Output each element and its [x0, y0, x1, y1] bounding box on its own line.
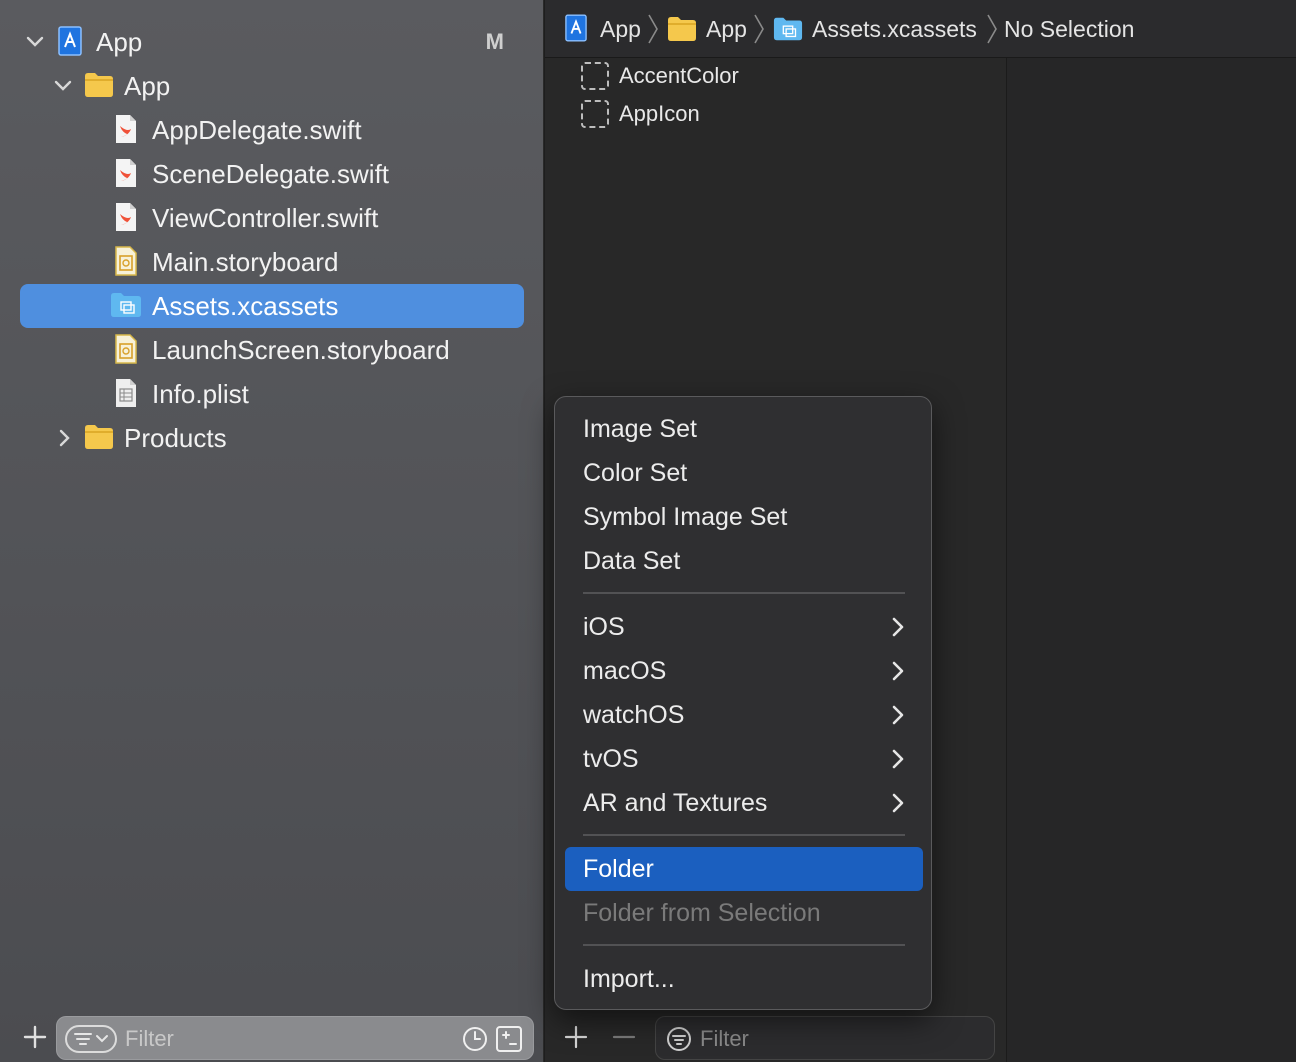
menu-item-data-set[interactable]: Data Set [565, 539, 923, 583]
project-navigator: App M App AppDelegate.swift SceneDelegat… [0, 0, 544, 1062]
menu-item-label: Folder from Selection [583, 899, 821, 927]
swift-file-icon [114, 202, 142, 234]
breadcrumb-separator-icon [985, 13, 999, 45]
swift-file-icon [114, 114, 142, 146]
breadcrumb-separator-icon [752, 13, 766, 45]
menu-item-label: watchOS [583, 701, 685, 729]
menu-item-label: Data Set [583, 547, 681, 575]
menu-item-color-set[interactable]: Color Set [565, 451, 923, 495]
menu-item-folder[interactable]: Folder [565, 847, 923, 891]
add-asset-menu: Image Set Color Set Symbol Image Set Dat… [554, 396, 932, 1010]
empty-asset-placeholder-icon [581, 62, 609, 90]
tree-row-info-plist[interactable]: Info.plist [0, 372, 544, 416]
menu-item-watchos[interactable]: watchOS [565, 693, 923, 737]
tree-row-appdelegate[interactable]: AppDelegate.swift [0, 108, 544, 152]
plist-file-icon [114, 378, 142, 410]
submenu-chevron-icon [891, 660, 905, 682]
menu-item-folder-from-selection: Folder from Selection [565, 891, 923, 935]
empty-asset-placeholder-icon [581, 100, 609, 128]
breadcrumb-separator-icon [646, 13, 660, 45]
breadcrumb-asset-catalog[interactable]: Assets.xcassets [812, 0, 977, 58]
menu-item-tvos[interactable]: tvOS [565, 737, 923, 781]
tree-row-products[interactable]: Products [0, 416, 544, 460]
menu-item-label: Color Set [583, 459, 688, 487]
scm-status-filter-icon[interactable] [495, 1025, 523, 1053]
remove-icon[interactable] [611, 1024, 637, 1050]
asset-item-accentcolor[interactable]: AccentColor [581, 58, 739, 94]
tree-label: ViewController.swift [152, 203, 379, 233]
tree-label: App [96, 27, 143, 57]
tree-row-launchscreen-storyboard[interactable]: LaunchScreen.storyboard [0, 328, 544, 372]
menu-item-ios[interactable]: iOS [565, 605, 923, 649]
asset-catalog-bottom-bar: Filter [545, 1014, 1007, 1062]
jump-bar: App App Assets.xcassets No Selection [545, 0, 1296, 58]
breadcrumb-selection[interactable]: No Selection [1004, 0, 1134, 58]
menu-item-label: AR and Textures [583, 789, 768, 817]
menu-item-label: tvOS [583, 745, 639, 773]
menu-separator [583, 834, 905, 836]
menu-separator [583, 592, 905, 594]
tree-label: App [124, 71, 171, 101]
storyboard-file-icon [114, 334, 142, 366]
xcassets-folder-icon [110, 290, 142, 322]
menu-item-label: macOS [583, 657, 667, 685]
asset-item-appicon[interactable]: AppIcon [581, 96, 700, 132]
xcode-project-icon [58, 26, 86, 58]
tree-label: SceneDelegate.swift [152, 159, 390, 189]
storyboard-file-icon [114, 246, 142, 278]
swift-file-icon [114, 158, 142, 190]
submenu-chevron-icon [891, 704, 905, 726]
tree-label: LaunchScreen.storyboard [152, 335, 450, 365]
tree-row-folder-app[interactable]: App [0, 64, 544, 108]
folder-icon [84, 70, 114, 102]
add-icon[interactable] [22, 1024, 48, 1050]
tree-row-scenedelegate[interactable]: SceneDelegate.swift [0, 152, 544, 196]
filter-options-icon[interactable] [65, 1025, 117, 1053]
submenu-chevron-icon [891, 616, 905, 638]
tree-row-project-app[interactable]: App M [0, 20, 544, 64]
asset-detail-area [1007, 58, 1296, 1062]
tree-row-assets-xcassets[interactable]: Assets.xcassets [0, 284, 544, 328]
filter-placeholder: Filter [125, 1026, 174, 1051]
xcode-project-icon [565, 14, 589, 44]
breadcrumb-folder[interactable]: App [706, 0, 747, 58]
tree-label: Main.storyboard [152, 247, 339, 277]
submenu-chevron-icon [891, 792, 905, 814]
chevron-right-icon[interactable] [54, 427, 76, 449]
asset-label: AccentColor [619, 63, 739, 88]
filter-icon[interactable] [666, 1026, 692, 1052]
menu-item-label: Folder [583, 855, 654, 883]
menu-item-image-set[interactable]: Image Set [565, 407, 923, 451]
chevron-down-icon[interactable] [52, 75, 74, 97]
menu-item-symbol-image-set[interactable]: Symbol Image Set [565, 495, 923, 539]
menu-item-import[interactable]: Import... [565, 957, 923, 1001]
tree-label: Assets.xcassets [152, 291, 339, 321]
tree-row-main-storyboard[interactable]: Main.storyboard [0, 240, 544, 284]
tree-row-viewcontroller[interactable]: ViewController.swift [0, 196, 544, 240]
menu-item-ar-and-textures[interactable]: AR and Textures [565, 781, 923, 825]
menu-item-label: iOS [583, 613, 625, 641]
asset-label: AppIcon [619, 101, 700, 126]
folder-icon [84, 422, 114, 454]
asset-filter-field[interactable]: Filter [655, 1016, 995, 1060]
scm-modified-badge: M [485, 29, 504, 54]
xcassets-folder-icon [773, 14, 805, 44]
menu-item-label: Import... [583, 965, 675, 993]
navigator-filter-field[interactable]: Filter [56, 1016, 534, 1060]
add-icon[interactable] [563, 1024, 589, 1050]
menu-item-label: Symbol Image Set [583, 503, 788, 531]
filter-placeholder: Filter [700, 1026, 749, 1051]
menu-separator [583, 944, 905, 946]
folder-icon [667, 14, 697, 44]
submenu-chevron-icon [891, 748, 905, 770]
recent-files-clock-icon[interactable] [461, 1025, 489, 1053]
tree-label: AppDelegate.swift [152, 115, 362, 145]
tree-label: Products [124, 423, 227, 453]
breadcrumb-project[interactable]: App [600, 0, 641, 58]
navigator-filter-bar: Filter [0, 1014, 544, 1062]
chevron-down-icon[interactable] [24, 31, 46, 53]
menu-item-label: Image Set [583, 415, 697, 443]
tree-label: Info.plist [152, 379, 249, 409]
menu-item-macos[interactable]: macOS [565, 649, 923, 693]
